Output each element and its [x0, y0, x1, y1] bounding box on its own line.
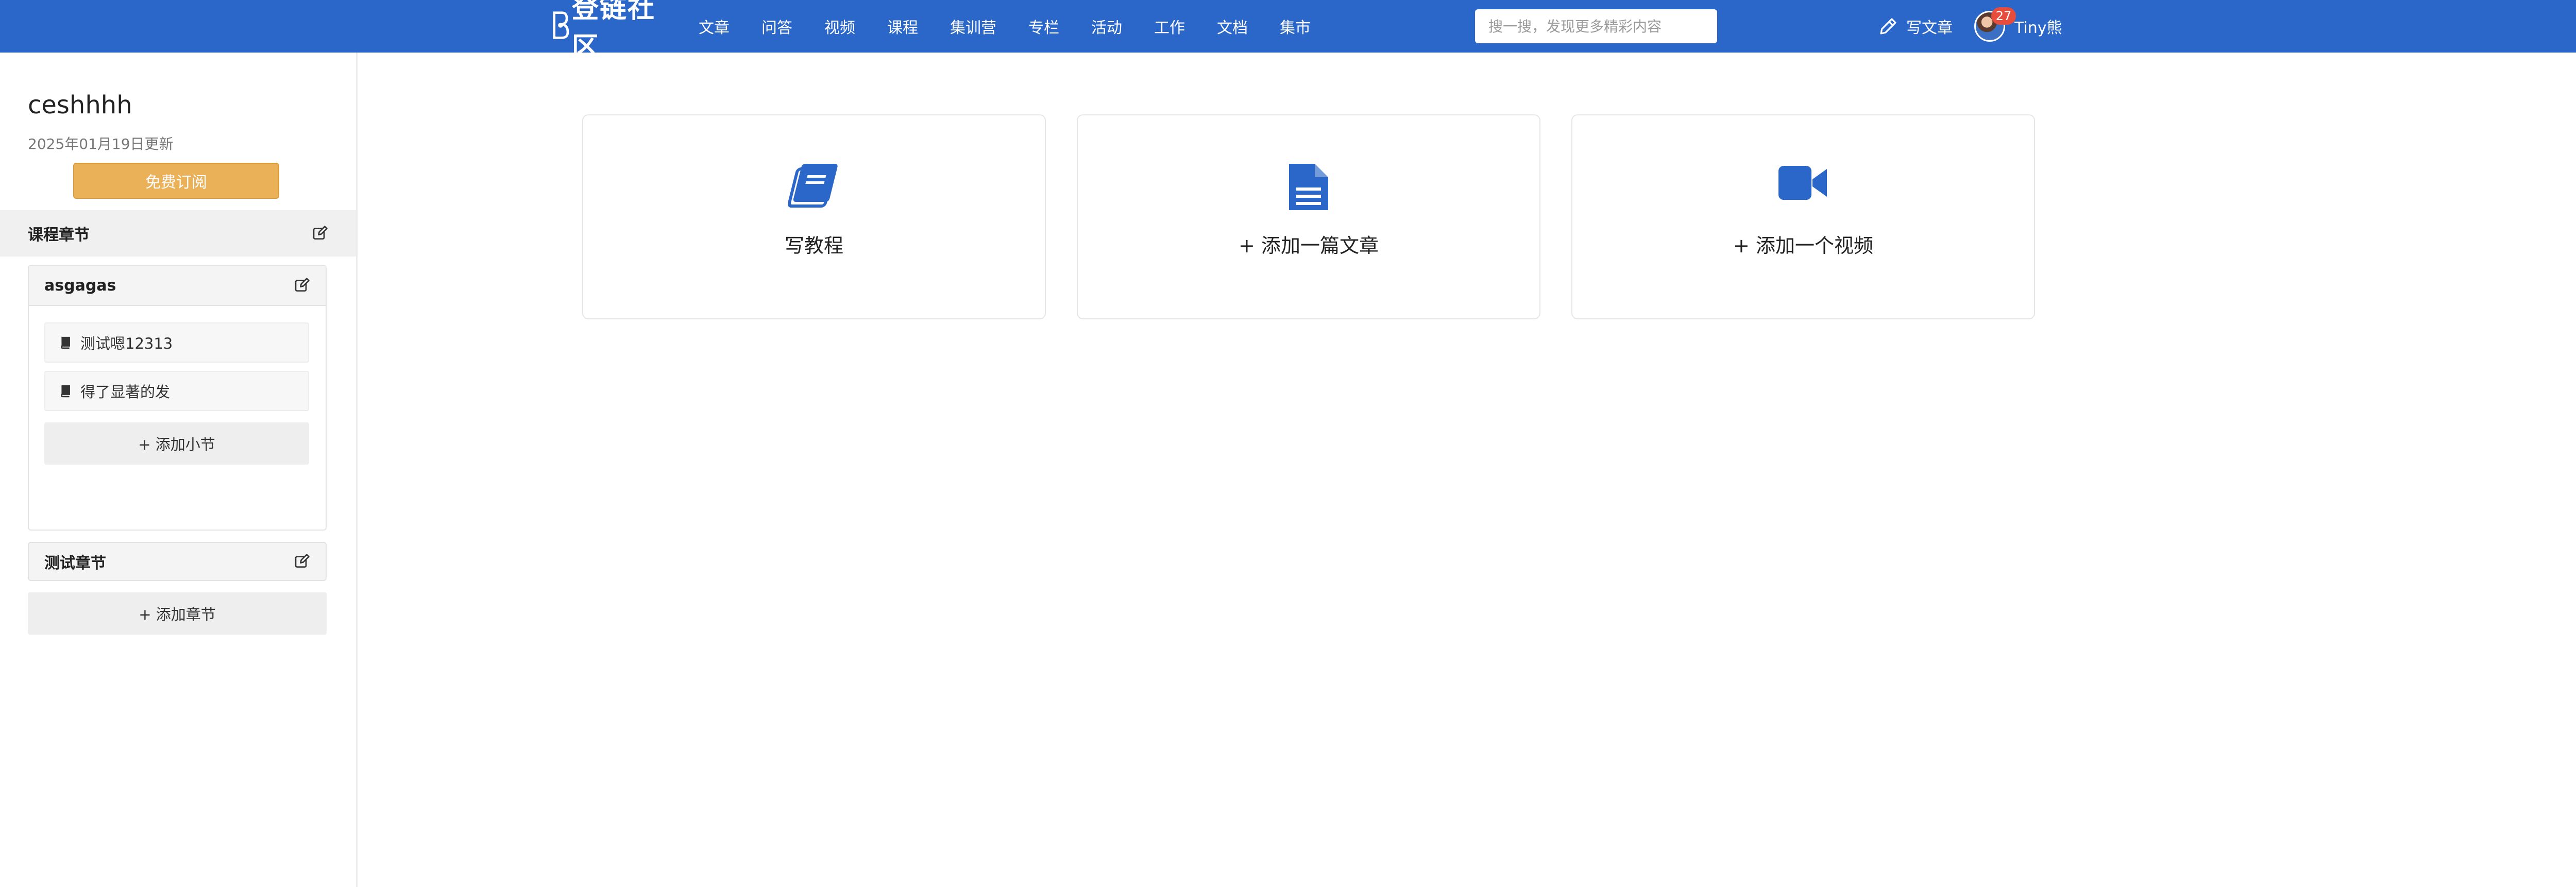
nav-item-qa[interactable]: 问答 — [761, 15, 792, 38]
card-label: 写教程 — [784, 234, 843, 257]
nav-item-docs[interactable]: 文档 — [1217, 15, 1248, 38]
site-logo[interactable]: 登链社区 — [552, 0, 676, 63]
chapter-title[interactable]: 测试章节 — [44, 550, 106, 573]
book-icon — [61, 385, 70, 398]
nav-item-bootcamp[interactable]: 集训营 — [950, 15, 996, 38]
write-tutorial-card[interactable]: 写教程 — [582, 114, 1046, 319]
chapter-title[interactable]: asgagas — [44, 277, 116, 295]
lesson-item[interactable]: 得了显著的发 — [44, 371, 309, 411]
nav-item-courses[interactable]: 课程 — [887, 15, 918, 38]
chapters-header: 课程章节 — [0, 210, 356, 257]
user-menu[interactable]: 27 Tiny熊 — [1974, 0, 2062, 53]
card-label: + 添加一个视频 — [1733, 234, 1873, 257]
chapter-card[interactable]: 测试章节 — [28, 542, 327, 581]
notification-badge[interactable]: 27 — [1991, 7, 2016, 25]
chapter-card: asgagas 测试嗯12313 得了显著的发 + 添加小节 — [28, 265, 327, 531]
write-article-button[interactable]: 写文章 — [1877, 0, 1953, 53]
document-icon — [1289, 164, 1328, 210]
add-article-card[interactable]: + 添加一篇文章 — [1077, 114, 1540, 319]
nav-item-articles[interactable]: 文章 — [699, 15, 730, 38]
write-article-label: 写文章 — [1906, 19, 1953, 37]
logo-mark-icon — [553, 11, 569, 39]
nav-item-videos[interactable]: 视频 — [824, 15, 855, 38]
chapter-card-header: asgagas — [29, 266, 326, 306]
edit-icon[interactable] — [294, 553, 310, 570]
user-name[interactable]: Tiny熊 — [2014, 15, 2062, 38]
add-video-card[interactable]: + 添加一个视频 — [1571, 114, 2035, 319]
lesson-item[interactable]: 测试嗯12313 — [44, 322, 309, 363]
book-icon — [61, 336, 70, 349]
logo-text: 登链社区 — [571, 0, 655, 63]
avatar[interactable]: 27 — [1974, 7, 2016, 42]
lesson-title: 测试嗯12313 — [80, 335, 173, 352]
nav-item-columns[interactable]: 专栏 — [1028, 15, 1059, 38]
edit-icon[interactable] — [312, 225, 328, 242]
subscribe-button[interactable]: 免费订阅 — [73, 163, 279, 199]
card-label: + 添加一篇文章 — [1239, 234, 1379, 257]
course-sidebar: ceshhhh 2025年01月19日更新 免费订阅 课程章节 asgagas … — [0, 53, 358, 887]
lesson-title: 得了显著的发 — [80, 383, 171, 401]
book-icon — [788, 164, 838, 208]
pencil-icon — [1880, 18, 1896, 35]
nav-item-events[interactable]: 活动 — [1091, 15, 1122, 38]
add-chapter-button[interactable]: + 添加章节 — [28, 592, 327, 635]
add-lesson-button[interactable]: + 添加小节 — [44, 422, 309, 465]
video-camera-icon — [1778, 166, 1827, 200]
main-nav: 文章 问答 视频 课程 集训营 专栏 活动 工作 文档 集市 — [699, 0, 1343, 53]
top-nav-bar: 登链社区 文章 问答 视频 课程 集训营 专栏 活动 工作 文档 集市 写文章 … — [0, 0, 2576, 63]
course-title: ceshhhh — [28, 91, 132, 120]
chapters-heading: 课程章节 — [28, 226, 90, 244]
search-input[interactable] — [1475, 9, 1717, 43]
course-updated-date: 2025年01月19日更新 — [28, 135, 174, 152]
nav-item-market[interactable]: 集市 — [1280, 15, 1311, 38]
nav-item-jobs[interactable]: 工作 — [1154, 15, 1185, 38]
edit-icon[interactable] — [294, 277, 310, 294]
